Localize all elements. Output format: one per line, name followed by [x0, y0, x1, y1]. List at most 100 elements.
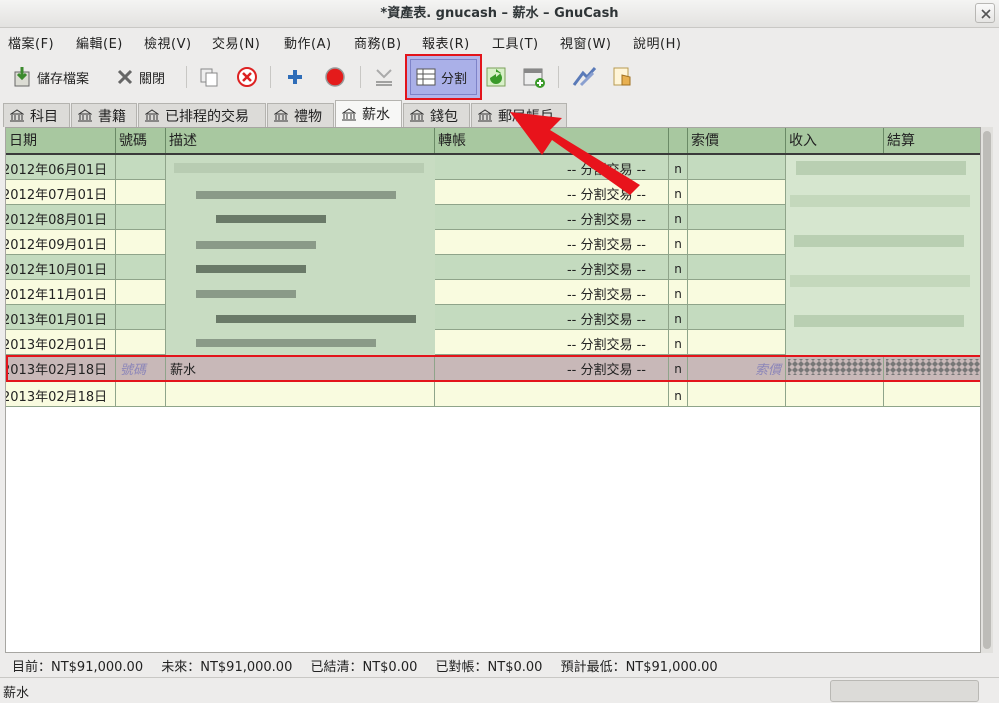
txn-price[interactable]	[688, 230, 786, 255]
tab-label: 科目	[30, 108, 58, 125]
txn-reconciled[interactable]: n	[669, 205, 688, 230]
txn-price[interactable]	[688, 330, 786, 355]
duplicate-button[interactable]	[199, 60, 219, 94]
menu-actions[interactable]: 動作(A)	[284, 33, 332, 52]
txn-date[interactable]: 2012年08月01日	[6, 205, 116, 230]
menu-help[interactable]: 說明(H)	[633, 33, 681, 52]
txn-price[interactable]	[688, 280, 786, 305]
txn-reconciled[interactable]: n	[669, 305, 688, 330]
cancel-button[interactable]	[373, 60, 395, 94]
txn-reconciled[interactable]: n	[669, 155, 688, 180]
col-balance[interactable]: 結算	[884, 128, 980, 153]
col-price[interactable]: 索價	[688, 128, 786, 153]
txn-date[interactable]: 2012年09月01日	[6, 230, 116, 255]
blank-transfer[interactable]	[435, 382, 669, 407]
txn-reconciled[interactable]: n	[669, 330, 688, 355]
save-label: 儲存檔案	[37, 71, 90, 87]
menubar: 檔案(F) 編輯(E) 檢視(V) 交易(N) 動作(A) 商務(B) 報表(R…	[0, 28, 999, 54]
status-bar: 薪水	[0, 677, 999, 703]
vertical-scrollbar[interactable]	[981, 127, 993, 653]
menu-edit[interactable]: 編輯(E)	[76, 33, 123, 52]
txn-price[interactable]	[688, 255, 786, 280]
txn-reconciled[interactable]: n	[669, 180, 688, 205]
col-num[interactable]: 號碼	[116, 128, 166, 153]
bank-icon	[10, 109, 24, 122]
split-button-face: 分割	[410, 59, 477, 95]
txn-reconciled[interactable]: n	[669, 280, 688, 305]
txn-num[interactable]	[116, 205, 166, 230]
blank-income[interactable]	[786, 382, 884, 407]
tab-scheduled[interactable]: 已排程的交易	[138, 103, 266, 127]
menu-tools[interactable]: 工具(T)	[492, 33, 539, 52]
menu-view[interactable]: 檢視(V)	[144, 33, 192, 52]
blank-price[interactable]	[688, 382, 786, 407]
txn-date[interactable]: 2012年10月01日	[6, 255, 116, 280]
menu-reports[interactable]: 報表(R)	[422, 33, 470, 52]
col-income[interactable]: 收入	[786, 128, 884, 153]
blank-desc[interactable]	[166, 382, 435, 407]
menu-windows[interactable]: 視窗(W)	[560, 33, 612, 52]
blank-num[interactable]	[116, 382, 166, 407]
edit-account-button[interactable]	[571, 60, 597, 94]
menu-business[interactable]: 商務(B)	[354, 33, 402, 52]
menu-transaction[interactable]: 交易(N)	[212, 33, 260, 52]
txn-num[interactable]	[116, 255, 166, 280]
duplicate-icon	[200, 68, 218, 87]
txn-price[interactable]	[688, 205, 786, 230]
txn-transfer[interactable]: -- 分割交易 --	[435, 230, 669, 255]
blank-date[interactable]: 2013年02月18日	[6, 382, 116, 407]
jump-button[interactable]	[484, 60, 508, 94]
new-transaction-button[interactable]	[285, 60, 305, 94]
tab-salary[interactable]: 薪水	[335, 100, 402, 127]
txn-transfer[interactable]: -- 分割交易 --	[435, 305, 669, 330]
tab-books[interactable]: 書籍	[71, 103, 137, 127]
reconciled-balance: 已對帳：NT$0.00	[435, 660, 543, 675]
txn-transfer[interactable]: -- 分割交易 --	[435, 330, 669, 355]
close-tab-button[interactable]: 關閉	[116, 60, 165, 94]
bank-icon	[145, 109, 159, 122]
col-date[interactable]: 日期	[6, 128, 116, 153]
blank-transaction-row[interactable]: 2013年02月18日 n	[6, 382, 980, 407]
tab-label: 錢包	[430, 108, 458, 125]
col-reconciled[interactable]	[669, 128, 688, 153]
tab-label: 薪水	[362, 107, 390, 123]
scrollbar-thumb[interactable]	[983, 131, 991, 649]
save-icon	[14, 67, 30, 87]
delete-button[interactable]	[236, 60, 258, 94]
txn-reconciled[interactable]: n	[669, 230, 688, 255]
col-desc[interactable]: 描述	[166, 128, 435, 153]
projected-minimum: 預計最低：NT$91,000.00	[560, 660, 718, 675]
save-button[interactable]: 儲存檔案	[12, 60, 89, 94]
tab-gifts[interactable]: 禮物	[267, 103, 334, 127]
txn-num[interactable]	[116, 330, 166, 355]
txn-transfer[interactable]: -- 分割交易 --	[435, 255, 669, 280]
txn-date[interactable]: 2012年06月01日	[6, 155, 116, 180]
txn-price[interactable]	[688, 155, 786, 180]
txn-num[interactable]	[116, 230, 166, 255]
txn-date[interactable]: 2012年11月01日	[6, 280, 116, 305]
txn-date[interactable]: 2013年01月01日	[6, 305, 116, 330]
menu-file[interactable]: 檔案(F)	[8, 33, 54, 52]
record-button[interactable]	[324, 60, 346, 94]
txn-date[interactable]: 2013年02月01日	[6, 330, 116, 355]
txn-num[interactable]	[116, 180, 166, 205]
tab-accounts[interactable]: 科目	[3, 103, 70, 127]
txn-reconciled[interactable]: n	[669, 255, 688, 280]
open-account-button[interactable]	[610, 60, 634, 94]
txn-num[interactable]	[116, 280, 166, 305]
txn-transfer[interactable]: -- 分割交易 --	[435, 280, 669, 305]
txn-num[interactable]	[116, 305, 166, 330]
txn-transfer[interactable]: -- 分割交易 --	[435, 205, 669, 230]
txn-price[interactable]	[688, 180, 786, 205]
txn-price[interactable]	[688, 305, 786, 330]
tab-wallet[interactable]: 錢包	[403, 103, 470, 127]
blank-reconciled[interactable]: n	[669, 382, 688, 407]
account-icon	[613, 67, 631, 86]
window-close-button[interactable]	[975, 3, 995, 23]
schedule-button[interactable]	[522, 60, 546, 94]
bank-icon	[342, 107, 356, 120]
blurred-amounts	[786, 155, 980, 355]
split-button[interactable]: 分割	[405, 54, 482, 100]
txn-date[interactable]: 2012年07月01日	[6, 180, 116, 205]
txn-num[interactable]	[116, 155, 166, 180]
